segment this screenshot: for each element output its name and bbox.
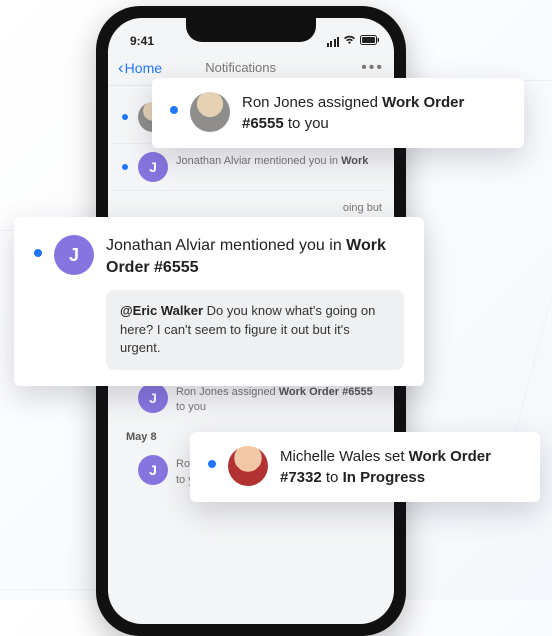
phone-notch xyxy=(186,18,316,42)
quoted-message: @Eric Walker Do you know what's going on… xyxy=(106,290,404,371)
callout-card: J Jonathan Alviar mentioned you in Work … xyxy=(14,217,424,386)
wifi-icon xyxy=(343,35,356,48)
more-button[interactable]: ••• xyxy=(361,59,384,77)
page-title: Notifications xyxy=(120,60,361,75)
callout-text: Michelle Wales set Work Order #7332 to I… xyxy=(280,446,522,488)
status-time: 9:41 xyxy=(130,34,154,48)
unread-dot xyxy=(170,106,178,114)
avatar xyxy=(228,446,268,486)
avatar: J xyxy=(138,455,168,485)
avatar: J xyxy=(138,383,168,413)
callout-text: Ron Jones assigned Work Order #6555 to y… xyxy=(242,92,506,134)
callout-card: Michelle Wales set Work Order #7332 to I… xyxy=(190,432,540,502)
notification-text: oing but xyxy=(343,199,382,216)
avatar: J xyxy=(138,152,168,182)
unread-dot xyxy=(208,460,216,468)
unread-dot xyxy=(122,114,128,120)
notification-text: Ron Jones assigned Work Order #6555 to y… xyxy=(176,383,382,416)
callout-text: Jonathan Alviar mentioned you in Work Or… xyxy=(106,235,404,280)
status-icons xyxy=(327,35,381,48)
list-item[interactable]: J Jonathan Alviar mentioned you in Work xyxy=(112,143,390,190)
notification-text: Jonathan Alviar mentioned you in Work xyxy=(176,152,382,169)
unread-dot xyxy=(122,164,128,170)
callout-card: Ron Jones assigned Work Order #6555 to y… xyxy=(152,78,524,148)
signal-icon xyxy=(327,37,340,47)
unread-dot xyxy=(34,249,42,257)
avatar xyxy=(190,92,230,132)
battery-icon xyxy=(360,35,380,48)
avatar: J xyxy=(54,235,94,275)
mention: @Eric Walker xyxy=(120,303,203,318)
